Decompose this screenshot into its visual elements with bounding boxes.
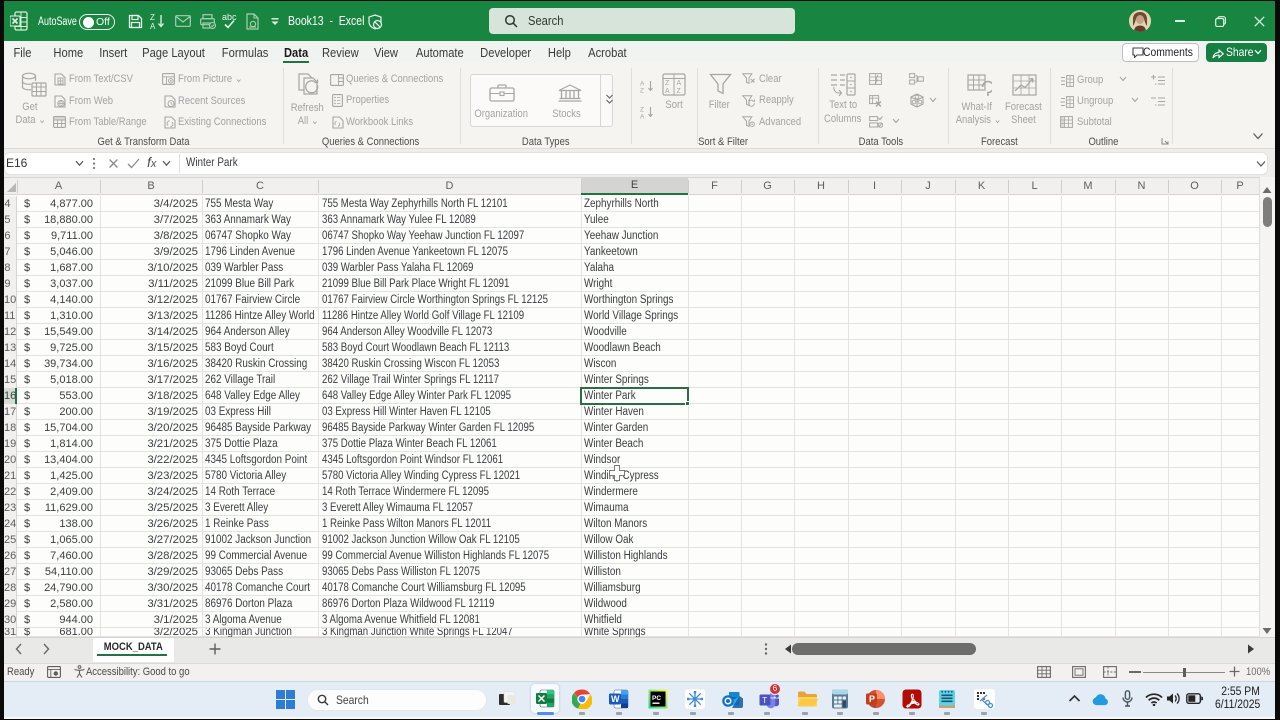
svg-text:W: W: [611, 694, 620, 704]
svg-text:T: T: [762, 696, 767, 705]
svg-text:P: P: [869, 694, 875, 704]
svg-text:PC: PC: [652, 695, 661, 702]
